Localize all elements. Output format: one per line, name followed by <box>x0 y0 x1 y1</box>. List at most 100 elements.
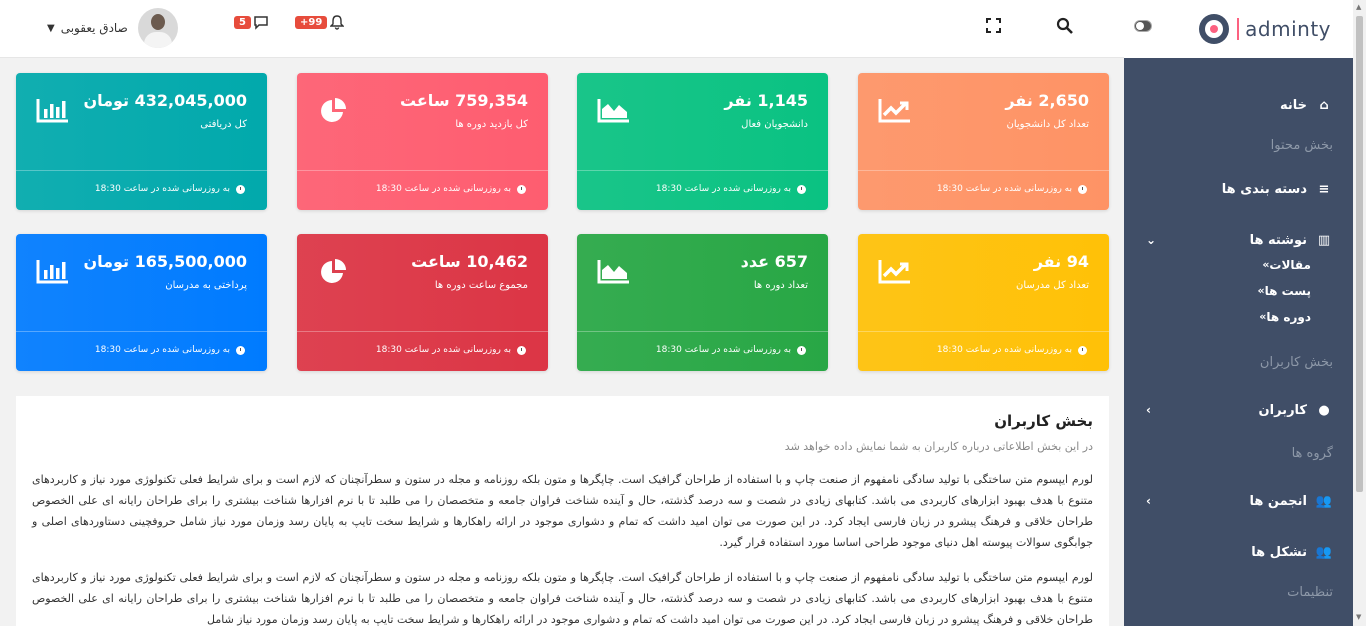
stat-card-footer: به روزرسانی شده در ساعت 18:30 <box>297 170 548 210</box>
sidebar-item-users[interactable]: ● کاربران › <box>1124 399 1353 421</box>
line-chart-icon <box>878 97 912 123</box>
sidebar-toggle-icon[interactable] <box>1134 20 1152 32</box>
home-icon: ⌂ <box>1319 97 1329 113</box>
stat-card-footer: به روزرسانی شده در ساعت 18:30 <box>16 170 267 210</box>
scroll-up-icon[interactable]: ▲ <box>1356 3 1361 11</box>
page-scrollbar[interactable]: ▲ ▼ <box>1353 0 1366 626</box>
stat-value: 2,650 نفر <box>1005 91 1089 110</box>
stat-value: 94 نفر <box>1033 252 1089 271</box>
top-navbar: ▼ صادق یعقوبی 5 +99 <box>0 0 1124 58</box>
user-name: صادق یعقوبی <box>60 21 128 35</box>
scroll-down-icon[interactable]: ▼ <box>1356 613 1361 621</box>
stat-card[interactable]: 2,650 نفر تعداد کل دانشجویان به روزرسانی ش… <box>858 73 1109 210</box>
clock-icon <box>1078 345 1087 355</box>
sidebar-subitem-label: پست ها <box>1264 284 1311 298</box>
chevron-left-icon: › <box>1146 494 1151 508</box>
stat-value: 657 عدد <box>740 252 808 271</box>
stat-card-footer: به روزرسانی شده در ساعت 18:30 <box>858 170 1109 210</box>
sidebar-item-home[interactable]: ⌂ خانه <box>1124 94 1353 116</box>
sidebar-subitem-label: مقالات <box>1269 258 1311 272</box>
notifications-badge: +99 <box>295 15 328 29</box>
panel-subtitle: در این بخش اطلاعاتی درباره کاربران به شم… <box>784 440 1093 453</box>
stat-footer-text: به روزرسانی شده در ساعت 18:30 <box>936 184 1072 194</box>
clock-icon <box>236 345 245 355</box>
stat-footer-text: به روزرسانی شده در ساعت 18:30 <box>375 184 511 194</box>
sidebar-subitem-courses[interactable]: دوره ها » <box>1241 310 1311 324</box>
list-icon: ≡ <box>1318 181 1330 197</box>
stat-value: 759,354 ساعت <box>399 91 528 110</box>
stat-footer-row: به روزرسانی شده در ساعت 18:30 <box>95 345 245 355</box>
stat-card[interactable]: 657 عدد تعداد دوره ها به روزرسانی شده در س… <box>577 234 828 371</box>
messages-button[interactable]: 5 <box>234 14 269 30</box>
stat-label: دانشجویان فعال <box>741 119 808 130</box>
stat-card-footer: به روزرسانی شده در ساعت 18:30 <box>297 331 548 371</box>
stat-value: 1,145 نفر <box>724 91 808 110</box>
sidebar-subitem-articles[interactable]: مقالات » <box>1244 258 1311 272</box>
logo-text: adminty <box>1245 17 1331 41</box>
stat-footer-text: به روزرسانی شده در ساعت 18:30 <box>655 184 791 194</box>
messages-badge: 5 <box>234 15 251 29</box>
sidebar-item-posts[interactable]: ▥ نوشته ها ⌄ <box>1124 229 1353 251</box>
logo-mark-icon <box>1199 14 1230 44</box>
sidebar-item-label: نوشته ها <box>1249 232 1307 248</box>
sidebar-item-organizations[interactable]: 👥 تشکل ها <box>1124 541 1353 563</box>
sidebar-subitem-label: دوره ها <box>1266 310 1311 324</box>
area-chart-icon <box>597 97 631 123</box>
stat-footer-row: به روزرسانی شده در ساعت 18:30 <box>376 184 526 194</box>
stat-card-footer: به روزرسانی شده در ساعت 18:30 <box>16 331 267 371</box>
stat-label: مجموع ساعت دوره ها <box>434 280 528 291</box>
user-profile-dropdown[interactable]: ▼ صادق یعقوبی <box>47 8 178 48</box>
clock-icon <box>797 184 806 194</box>
stat-label: تعداد کل دانشجویان <box>1006 119 1089 130</box>
panel-paragraph: لورم ایپسوم متن ساختگی با تولید سادگی نا… <box>32 571 1093 626</box>
stat-footer-row: به روزرسانی شده در ساعت 18:30 <box>656 184 806 194</box>
bell-icon <box>330 15 345 30</box>
avatar <box>137 8 178 48</box>
sidebar-item-label: خانه <box>1279 97 1307 113</box>
nav-caption-users: بخش کاربران <box>1259 355 1333 370</box>
bar-chart-icon <box>36 258 70 284</box>
stat-value: 165,500,000 تومان <box>83 252 247 271</box>
chat-icon <box>254 16 268 30</box>
sidebar-subitem-posts[interactable]: پست ها » <box>1239 284 1311 298</box>
pie-chart-icon <box>317 258 351 284</box>
panel-paragraph: لورم ایپسوم متن ساختگی با تولید سادگی نا… <box>32 473 1093 549</box>
stat-footer-text: به روزرسانی شده در ساعت 18:30 <box>655 345 791 355</box>
stat-footer-row: به روزرسانی شده در ساعت 18:30 <box>937 184 1087 194</box>
pie-chart-icon <box>317 97 351 123</box>
scroll-thumb[interactable] <box>1356 16 1363 492</box>
stat-footer-row: به روزرسانی شده در ساعت 18:30 <box>95 184 245 194</box>
stat-label: تعداد دوره ها <box>753 280 808 291</box>
logo-divider <box>1237 18 1240 40</box>
sidebar-item-categories[interactable]: ≡ دسته بندی ها <box>1124 178 1353 200</box>
stat-footer-row: به روزرسانی شده در ساعت 18:30 <box>656 345 806 355</box>
panel-title: بخش کاربران <box>994 412 1093 430</box>
expand-icon <box>986 18 1001 33</box>
chevron-left-icon: › <box>1146 403 1151 417</box>
stat-card-footer: به روزرسانی شده در ساعت 18:30 <box>858 331 1109 371</box>
stat-card[interactable]: 94 نفر تعداد کل مدرسان به روزرسانی شده در … <box>858 234 1109 371</box>
search-button[interactable] <box>1056 17 1073 34</box>
logo[interactable]: adminty <box>1199 12 1331 46</box>
nav-caption-settings: تنظیمات <box>1287 585 1333 600</box>
chevron-down-icon: ▼ <box>47 22 55 34</box>
stat-card[interactable]: 432,045,000 تومان کل دریافتی به روزرسانی ش… <box>16 73 267 210</box>
clock-icon <box>1078 184 1087 194</box>
bar-chart-icon <box>36 97 70 123</box>
sidebar-item-label: انجمن ها <box>1249 493 1307 509</box>
fullscreen-button[interactable] <box>986 18 1001 33</box>
sidebar-item-forums[interactable]: 👥 انجمن ها › <box>1124 490 1353 512</box>
chevron-down-icon: ⌄ <box>1146 233 1157 247</box>
notifications-button[interactable]: +99 <box>295 14 345 30</box>
clock-icon <box>517 345 526 355</box>
stat-card[interactable]: 165,500,000 تومان پرداختی به مدرسان به روز… <box>16 234 267 371</box>
stat-value: 432,045,000 تومان <box>83 91 247 110</box>
stat-label: کل بازدید دوره ها <box>455 119 528 130</box>
stat-card[interactable]: 10,462 ساعت مجموع ساعت دوره ها به روزرسانی… <box>297 234 548 371</box>
stat-card[interactable]: 1,145 نفر دانشجویان فعال به روزرسانی شده د… <box>577 73 828 210</box>
line-chart-icon <box>878 258 912 284</box>
stat-label: کل دریافتی <box>200 119 247 130</box>
user-icon: ● <box>1318 402 1330 418</box>
clock-icon <box>236 184 245 194</box>
stat-card[interactable]: 759,354 ساعت کل بازدید دوره ها به روزرسانی… <box>297 73 548 210</box>
